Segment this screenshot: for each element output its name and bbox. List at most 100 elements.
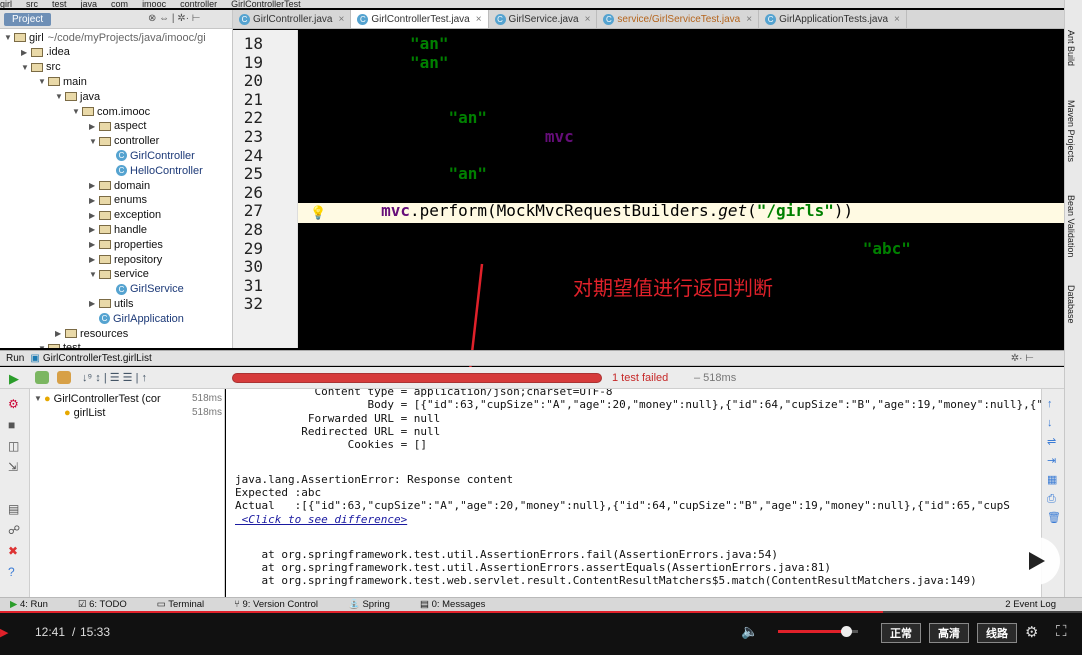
breadcrumb-item[interactable]: girl — [0, 0, 12, 8]
tree-item[interactable]: ▼ main — [38, 74, 87, 89]
ant-build-tab[interactable]: Ant Build — [1066, 30, 1076, 66]
rerun-icon[interactable]: ▶ — [9, 371, 19, 387]
tree-item[interactable]: ▶ properties — [89, 237, 163, 252]
status-tab[interactable]: ▶ 4: Run — [10, 599, 48, 610]
expand-arrow-icon[interactable]: ▶ — [89, 240, 99, 249]
code-line[interactable]: } — [304, 294, 314, 313]
editor-tab[interactable]: C GirlControllerTest.java × — [351, 10, 489, 28]
code-line[interactable]: "kw">class="an">@AutoConfigureMockMvc — [304, 53, 660, 72]
video-progress-track[interactable] — [0, 611, 1082, 613]
code-line[interactable]: } — [304, 257, 353, 276]
breadcrumb-item[interactable]: java — [81, 0, 98, 8]
sort-icon[interactable]: ↓⁹ ↕ | ☰ ☰ | ↑ — [82, 371, 147, 384]
code-line[interactable]: .andExpect(MockMvcResultMatchers.status(… — [304, 220, 930, 239]
expand-arrow-icon[interactable]: ▼ — [21, 63, 31, 72]
code-line[interactable]: "kw">class="an">@Test — [304, 164, 545, 183]
breadcrumb-item[interactable]: imooc — [142, 0, 166, 8]
editor-tab[interactable]: C GirlService.java × — [489, 10, 598, 28]
expand-arrow-icon[interactable]: ▶ — [21, 48, 31, 57]
test-class-row[interactable]: ▼ ● GirlControllerTest (cor 518ms — [34, 391, 222, 406]
code-line[interactable]: .andExpect(MockMvcResultMatchers.content… — [304, 239, 940, 258]
expand-arrow-icon[interactable]: ▼ — [38, 77, 48, 86]
expand-arrow-icon[interactable]: ▼ — [72, 107, 82, 116]
expand-arrow-icon[interactable]: ▶ — [89, 299, 99, 308]
editor-tab[interactable]: Cservice/GirlServiceTest.java × — [597, 10, 760, 28]
code-line[interactable]: "kw">private MockMvc mvc; — [304, 127, 584, 146]
expand-arrow-icon[interactable]: ▼ — [55, 92, 65, 101]
tree-item[interactable]: ▼ service — [89, 267, 149, 282]
volume-slider[interactable] — [778, 626, 858, 637]
tree-item[interactable]: ▶ .idea — [21, 45, 70, 60]
database-tab[interactable]: Database — [1066, 285, 1076, 324]
status-tab[interactable]: ⑂ 9: Version Control — [234, 599, 318, 610]
tree-item[interactable]: C GirlController — [106, 148, 195, 163]
tree-item[interactable]: ▶ repository — [89, 252, 162, 267]
code-line[interactable]: "kw">class="an">@SpringBootTest — [304, 34, 603, 53]
code-line[interactable]: "kw">public "kw">class GirlControllerTes… — [304, 71, 718, 90]
breadcrumb-item[interactable]: GirlControllerTest — [231, 0, 301, 8]
tree-item[interactable]: C GirlApplication — [89, 311, 184, 326]
maven-projects-tab[interactable]: Maven Projects — [1066, 100, 1076, 162]
editor-tab[interactable]: C GirlController.java × — [233, 10, 352, 28]
volume-icon[interactable]: 🔈 — [741, 623, 758, 640]
breadcrumb-item[interactable]: controller — [180, 0, 217, 8]
tree-item[interactable]: ▶ domain — [89, 178, 150, 193]
status-tab[interactable]: ▤ 0: Messages — [420, 599, 486, 610]
tree-item[interactable]: ▼ girl ~/code/myProjects/java/imooc/gi — [4, 30, 206, 45]
editor-tab[interactable]: C GirlApplicationTests.java × — [759, 10, 907, 28]
quality-hd-button[interactable]: 高清 — [929, 623, 969, 643]
tree-item[interactable]: ▼ java — [55, 89, 100, 104]
close-tab-icon[interactable]: × — [894, 14, 900, 25]
tree-item[interactable]: C GirlService — [106, 282, 184, 297]
expand-arrow-icon[interactable]: ▶ — [89, 122, 99, 131]
expand-arrow-icon[interactable]: ▶ — [55, 329, 65, 338]
big-play-button[interactable] — [1012, 537, 1060, 585]
play-icon[interactable]: ▶ — [0, 626, 8, 639]
expand-arrow-icon[interactable]: ▼ — [4, 33, 14, 42]
close-tab-icon[interactable]: × — [585, 14, 591, 25]
tree-item[interactable]: ▼ test — [38, 341, 81, 348]
test-method-row[interactable]: ● girlList 518ms — [64, 405, 222, 420]
bean-validation-tab[interactable]: Bean Validation — [1066, 195, 1076, 257]
tree-item[interactable]: ▶ resources — [55, 326, 128, 341]
tree-item[interactable]: ▶ aspect — [89, 119, 146, 134]
tree-item[interactable]: ▼ src — [21, 60, 61, 75]
show-passed-icon[interactable] — [35, 371, 49, 384]
expand-arrow-icon[interactable]: ▶ — [89, 255, 99, 264]
code-line[interactable]: "kw">public "kw">void girlList() "kw">th… — [304, 183, 882, 202]
settings-gear-icon[interactable]: ⚙ — [1025, 623, 1038, 641]
panel-settings-icon[interactable]: ⊗ ⇔ | ✲· ⊢ — [148, 13, 201, 24]
console-output[interactable]: Content type = application/json;charset=… — [226, 389, 1041, 597]
close-tab-icon[interactable]: × — [338, 14, 344, 25]
expand-arrow-icon[interactable]: ▼ — [38, 344, 48, 348]
tree-item[interactable]: ▶ enums — [89, 193, 147, 208]
tree-item[interactable]: ▶ exception — [89, 208, 161, 223]
expand-arrow-icon[interactable]: ▶ — [89, 225, 99, 234]
breadcrumb-item[interactable]: test — [52, 0, 67, 8]
code-line[interactable]: "kw">class="an">@Autowired — [304, 108, 593, 127]
breadcrumb-item[interactable]: src — [26, 0, 38, 8]
quality-normal-button[interactable]: 正常 — [881, 623, 921, 643]
code-line[interactable]: mvc.perform(MockMvcRequestBuilders.get("… — [304, 201, 853, 220]
event-log[interactable]: 2 Event Log — [1005, 599, 1056, 610]
close-tab-icon[interactable]: × — [746, 14, 752, 25]
breadcrumb-item[interactable]: com — [111, 0, 128, 8]
expand-arrow-icon[interactable]: ▶ — [89, 181, 99, 190]
lightbulb-icon[interactable]: 💡 — [310, 205, 326, 221]
tree-item[interactable]: ▶ handle — [89, 222, 147, 237]
click-to-see-difference-link[interactable]: <Click to see difference> — [235, 513, 408, 526]
expand-arrow-icon[interactable]: ▶ — [89, 196, 99, 205]
tree-item[interactable]: ▼ controller — [89, 134, 159, 149]
project-tab[interactable]: Project — [4, 12, 52, 26]
route-button[interactable]: 线路 — [977, 623, 1017, 643]
close-tab-icon[interactable]: × — [476, 14, 482, 25]
run-side-icons[interactable]: ⚙ ■ ◫ ⇲ ▤ ☍ ✖? — [8, 394, 20, 583]
status-tab[interactable]: ▭ Terminal — [157, 599, 204, 610]
console-side-icons[interactable]: ↑ ↓ ⇌ ⇥ ▦ ⎙ 🗑 — [1047, 395, 1061, 528]
status-tab[interactable]: ⛲ Spring — [348, 599, 390, 610]
tree-item[interactable]: ▶ utils — [89, 296, 134, 311]
run-settings-icon[interactable]: ✲· ⊢ — [1011, 353, 1034, 364]
tree-item[interactable]: C HelloController — [106, 163, 203, 178]
expand-arrow-icon[interactable]: ▶ — [89, 211, 99, 220]
fullscreen-icon[interactable]: ⛶ — [1056, 623, 1067, 640]
